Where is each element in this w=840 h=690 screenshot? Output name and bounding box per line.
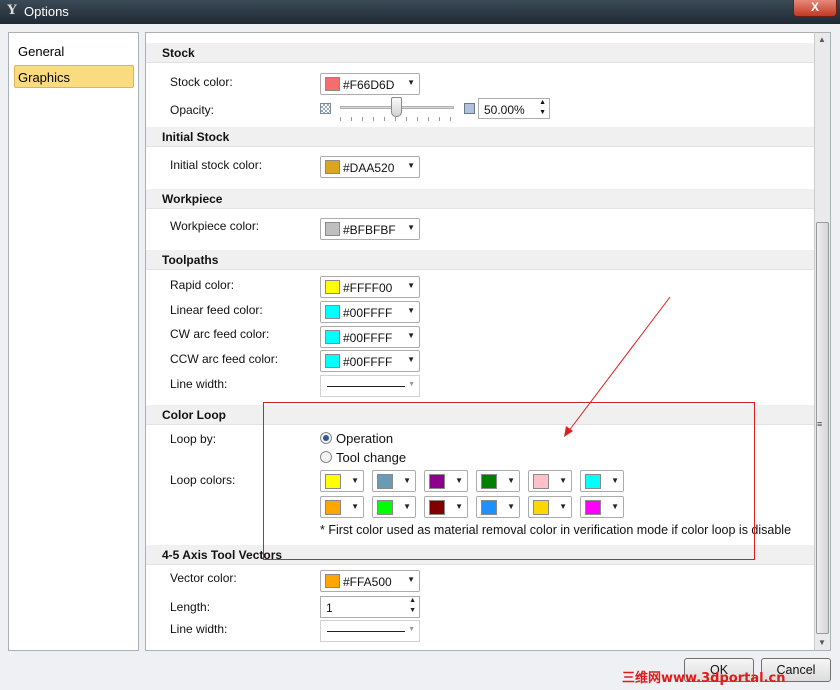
workpiece-color-label: Workpiece color: <box>170 219 260 233</box>
color-value: #FFA500 <box>343 575 392 589</box>
vector-color-label: Vector color: <box>170 571 237 585</box>
ccw-arc-feed-color-picker[interactable]: #00FFFF ▼ <box>320 350 420 372</box>
cw-arc-feed-color-picker[interactable]: #00FFFF ▼ <box>320 326 420 348</box>
dropdown-arrow-icon: ▼ <box>407 281 415 290</box>
color-value: #F66D6D <box>343 78 395 92</box>
spin-down-icon[interactable]: ▼ <box>539 109 546 116</box>
dropdown-arrow-icon: ▼ <box>407 355 415 364</box>
spin-up-icon[interactable]: ▲ <box>539 99 546 106</box>
color-swatch <box>325 160 340 174</box>
color-swatch <box>325 305 340 319</box>
nav-item-graphics[interactable]: Graphics <box>14 65 134 88</box>
color-value: #00FFFF <box>343 306 393 320</box>
initial-stock-color-picker[interactable]: #DAA520 ▼ <box>320 156 420 178</box>
color-value: #FFFF00 <box>343 281 393 295</box>
transparent-icon <box>320 103 331 114</box>
color-swatch <box>325 354 340 368</box>
stock-color-picker[interactable]: #F66D6D ▼ <box>320 73 420 95</box>
ccw-arc-feed-color-label: CCW arc feed color: <box>170 352 279 366</box>
title-bar: Y Options X <box>0 0 840 24</box>
length-label: Length: <box>170 600 211 614</box>
section-toolpaths-header: Toolpaths <box>146 250 815 270</box>
length-spinner[interactable]: 1 ▲ ▼ <box>320 596 420 618</box>
rapid-color-label: Rapid color: <box>170 278 235 292</box>
color-value: #00FFFF <box>343 355 393 369</box>
color-value: #00FFFF <box>343 331 393 345</box>
nav-item-general[interactable]: General <box>14 39 134 62</box>
cw-arc-feed-color-label: CW arc feed color: <box>170 327 270 341</box>
line-sample <box>327 386 405 387</box>
annotation-rectangle <box>263 402 755 560</box>
color-swatch <box>325 574 340 588</box>
line-sample <box>327 631 405 632</box>
color-swatch <box>325 222 340 236</box>
color-swatch <box>325 77 340 91</box>
dropdown-arrow-icon: ▼ <box>407 331 415 340</box>
dropdown-arrow-icon: ▼ <box>407 78 415 87</box>
section-initial-stock-header: Initial Stock <box>146 127 815 147</box>
loop-colors-label: Loop colors: <box>170 473 236 487</box>
nav-panel: General Graphics <box>8 32 139 651</box>
app-icon: Y <box>7 3 17 18</box>
section-stock-header: Stock <box>146 43 815 63</box>
opacity-spinner[interactable]: 50.00% ▲ ▼ <box>478 98 550 119</box>
dropdown-arrow-icon: ▼ <box>407 223 415 232</box>
opacity-slider-thumb[interactable] <box>391 97 402 117</box>
scroll-down-icon[interactable]: ▼ <box>818 638 826 647</box>
close-button[interactable]: X <box>793 0 837 17</box>
watermark-text: 三维网www.3dportal.cn <box>622 671 786 686</box>
loop-by-label: Loop by: <box>170 432 217 446</box>
color-swatch <box>325 330 340 344</box>
color-value: #DAA520 <box>343 161 395 175</box>
spin-down-icon[interactable]: ▼ <box>409 607 416 614</box>
linear-feed-color-picker[interactable]: #00FFFF ▼ <box>320 301 420 323</box>
dropdown-arrow-icon: ▼ <box>408 381 415 388</box>
length-value: 1 <box>326 601 333 615</box>
vector-line-width-picker[interactable]: ▼ <box>320 620 420 642</box>
stock-color-label: Stock color: <box>170 75 233 89</box>
opacity-label: Opacity: <box>170 103 215 117</box>
linear-feed-color-label: Linear feed color: <box>170 303 263 317</box>
dropdown-arrow-icon: ▼ <box>407 161 415 170</box>
color-value: #BFBFBF <box>343 223 396 237</box>
opacity-value: 50.00% <box>484 103 525 117</box>
dropdown-arrow-icon: ▼ <box>407 575 415 584</box>
toolpath-line-width-label: Line width: <box>170 377 228 391</box>
scroll-up-icon[interactable]: ▲ <box>818 35 826 44</box>
section-workpiece-header: Workpiece <box>146 189 815 209</box>
spin-up-icon[interactable]: ▲ <box>409 597 416 604</box>
vector-line-width-label: Line width: <box>170 622 228 636</box>
rapid-color-picker[interactable]: #FFFF00 ▼ <box>320 276 420 298</box>
initial-stock-color-label: Initial stock color: <box>170 158 263 172</box>
grip-icon: ≡ <box>817 419 823 429</box>
color-swatch <box>325 280 340 294</box>
dropdown-arrow-icon: ▼ <box>408 626 415 633</box>
slider-ticks <box>340 117 454 121</box>
workpiece-color-picker[interactable]: #BFBFBF ▼ <box>320 218 420 240</box>
vertical-scrollbar[interactable]: ▲ ≡ ▼ <box>814 32 831 651</box>
dropdown-arrow-icon: ▼ <box>407 306 415 315</box>
window-title: Options <box>24 4 69 19</box>
toolpath-line-width-picker[interactable]: ▼ <box>320 375 420 397</box>
opaque-icon <box>464 103 475 114</box>
vector-color-picker[interactable]: #FFA500 ▼ <box>320 570 420 592</box>
